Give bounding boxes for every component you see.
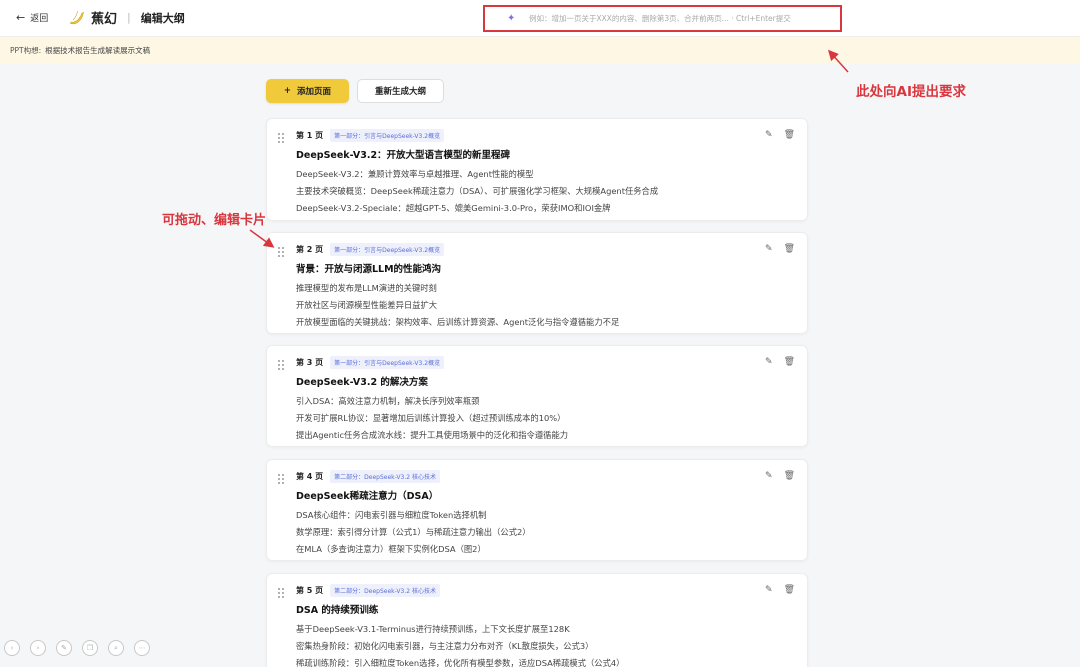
card-points: 基于DeepSeek-V3.1-Terminus进行持续预训练，上下文长度扩展至… [296,621,624,667]
delete-trash-icon[interactable]: 🗑 [784,130,795,140]
page-number: 第 1 页 [296,131,324,140]
card-point[interactable]: 开放模型面临的关键挑战：架构效率、后训练计算资源、Agent泛化与指令遵循能力不… [296,314,619,331]
delete-trash-icon[interactable]: 🗑 [784,244,795,254]
card-point[interactable]: DSA核心组件：闪电索引器与细粒度Token选择机制 [296,507,531,524]
drag-handle-icon[interactable] [278,247,284,257]
card-point[interactable]: 数学原理：索引得分计算（公式1）与稀疏注意力输出（公式2） [296,524,531,541]
next-circle-icon[interactable]: › [30,640,46,656]
pen-circle-icon[interactable]: ✎ [56,640,72,656]
card-actions: ✎ 🗑 [765,130,795,140]
card-point[interactable]: 基于DeepSeek-V3.1-Terminus进行持续预训练，上下文长度扩展至… [296,621,624,638]
card-points: DSA核心组件：闪电索引器与细粒度Token选择机制 数学原理：索引得分计算（公… [296,507,531,558]
zoom-circle-icon[interactable]: ⌕ [108,640,124,656]
card-point[interactable]: 稀疏训练阶段：引入细粒度Token选择，优化所有模型参数，适应DSA稀疏模式（公… [296,655,624,667]
card-title[interactable]: 背景：开放与闭源LLM的性能鸿沟 [296,261,441,275]
card-title[interactable]: DeepSeek-V3.2：开放大型语言模型的新里程碑 [296,147,510,161]
card-point[interactable]: 引入DSA：高效注意力机制，解决长序列效率瓶颈 [296,393,568,410]
card-header: 第 3 页 第一部分：引言与DeepSeek-V3.2概览 [296,356,445,369]
edit-pencil-icon[interactable]: ✎ [765,357,773,367]
ai-request-input[interactable] [529,14,829,23]
card-point[interactable]: 推理模型的发布是LLM演进的关键时刻 [296,280,619,297]
card-header: 第 2 页 第一部分：引言与DeepSeek-V3.2概览 [296,243,445,256]
brand: 蕉幻 | 编辑大纲 [68,8,185,27]
edit-pencil-icon[interactable]: ✎ [765,471,773,481]
card-title[interactable]: DeepSeek-V3.2 的解决方案 [296,374,428,388]
bottom-toolbar: ‹ › ✎ ❐ ⌕ ⋯ [4,640,150,656]
drag-handle-icon[interactable] [278,474,284,484]
card-header: 第 1 页 第一部分：引言与DeepSeek-V3.2概览 [296,129,445,142]
ai-hint-annotation: 此处向AI提出要求 [856,84,966,100]
sparkle-icon: ✦ [507,13,516,24]
top-bar: ← 返回 蕉幻 | 编辑大纲 ✦ [0,0,1080,37]
card-point[interactable]: 在MLA（多查询注意力）框架下实例化DSA（图2） [296,541,531,558]
ppt-idea-text: 根据技术报告生成解读展示文稿 [45,45,151,55]
arrow-left-icon: ← [16,11,26,24]
card-header: 第 5 页 第二部分：DeepSeek-V3.2 核心技术 [296,584,440,597]
delete-trash-icon[interactable]: 🗑 [784,357,795,367]
ppt-idea-banner: PPT构想: 根据技术报告生成解读展示文稿 [0,37,1080,63]
card-point[interactable]: 提出Agentic任务合成流水线：提升工具使用场景中的泛化和指令遵循能力 [296,427,568,444]
edit-pencil-icon[interactable]: ✎ [765,585,773,595]
card-point[interactable]: 主要技术突破概览：DeepSeek稀疏注意力（DSA）、可扩展强化学习框架、大规… [296,183,658,200]
drag-handle-icon[interactable] [278,360,284,370]
card-actions: ✎ 🗑 [765,244,795,254]
outline-card[interactable]: 第 4 页 第二部分：DeepSeek-V3.2 核心技术 DeepSeek稀疏… [266,459,808,561]
card-actions: ✎ 🗑 [765,357,795,367]
ppt-idea-label: PPT构想: [10,45,42,55]
back-label: 返回 [30,14,49,24]
card-actions: ✎ 🗑 [765,585,795,595]
card-point[interactable]: 密集热身阶段：初始化闪电索引器，与主注意力分布对齐（KL散度损失，公式3） [296,638,624,655]
regenerate-outline-button[interactable]: 重新生成大纲 [357,79,444,103]
card-actions: ✎ 🗑 [765,471,795,481]
regenerate-outline-label: 重新生成大纲 [374,87,426,97]
more-circle-icon[interactable]: ⋯ [134,640,150,656]
section-tag: 第一部分：引言与DeepSeek-V3.2概览 [330,356,445,369]
banana-logo-icon [68,9,85,26]
card-point[interactable]: DeepSeek-V3.2：兼顾计算效率与卓越推理、Agent性能的模型 [296,166,658,183]
page-number: 第 4 页 [296,472,324,481]
section-tag: 第二部分：DeepSeek-V3.2 核心技术 [330,470,440,483]
card-point[interactable]: 开放社区与闭源模型性能差异日益扩大 [296,297,619,314]
delete-trash-icon[interactable]: 🗑 [784,471,795,481]
card-points: 引入DSA：高效注意力机制，解决长序列效率瓶颈 开发可扩展RL协议：显著增加后训… [296,393,568,444]
card-title[interactable]: DSA 的持续预训练 [296,602,378,616]
outline-card[interactable]: 第 3 页 第一部分：引言与DeepSeek-V3.2概览 DeepSeek-V… [266,345,808,447]
delete-trash-icon[interactable]: 🗑 [784,585,795,595]
drag-handle-icon[interactable] [278,133,284,143]
drag-hint-annotation: 可拖动、编辑卡片 [162,213,267,228]
card-point[interactable]: DeepSeek-V3.2-Speciale：超越GPT-5、媲美Gemini-… [296,200,658,217]
outline-card[interactable]: 第 2 页 第一部分：引言与DeepSeek-V3.2概览 背景：开放与闭源LL… [266,232,808,334]
section-tag: 第一部分：引言与DeepSeek-V3.2概览 [330,243,445,256]
add-page-label: 添加页面 [297,87,332,97]
outline-card[interactable]: 第 1 页 第一部分：引言与DeepSeek-V3.2概览 DeepSeek-V… [266,118,808,221]
brand-name: 蕉幻 [91,12,118,27]
card-points: DeepSeek-V3.2：兼顾计算效率与卓越推理、Agent性能的模型 主要技… [296,166,658,217]
title-separator: | [127,11,131,24]
section-tag: 第一部分：引言与DeepSeek-V3.2概览 [330,129,445,142]
page-number: 第 5 页 [296,586,324,595]
edit-pencil-icon[interactable]: ✎ [765,130,773,140]
back-button[interactable]: ← 返回 [16,11,48,24]
ai-request-box[interactable]: ✦ [483,5,842,32]
copy-circle-icon[interactable]: ❐ [82,640,98,656]
edit-pencil-icon[interactable]: ✎ [765,244,773,254]
plus-icon: + [283,86,292,96]
card-point[interactable]: 开发可扩展RL协议：显著增加后训练计算投入（超过预训练成本的10%） [296,410,568,427]
page-number: 第 2 页 [296,245,324,254]
card-title[interactable]: DeepSeek稀疏注意力（DSA） [296,488,438,502]
page-number: 第 3 页 [296,358,324,367]
page-title: 编辑大纲 [140,11,185,25]
outline-card[interactable]: 第 5 页 第二部分：DeepSeek-V3.2 核心技术 DSA 的持续预训练… [266,573,808,667]
section-tag: 第二部分：DeepSeek-V3.2 核心技术 [330,584,440,597]
drag-handle-icon[interactable] [278,588,284,598]
card-points: 推理模型的发布是LLM演进的关键时刻 开放社区与闭源模型性能差异日益扩大 开放模… [296,280,619,331]
add-page-button[interactable]: + 添加页面 [266,79,349,103]
prev-circle-icon[interactable]: ‹ [4,640,20,656]
card-header: 第 4 页 第二部分：DeepSeek-V3.2 核心技术 [296,470,440,483]
